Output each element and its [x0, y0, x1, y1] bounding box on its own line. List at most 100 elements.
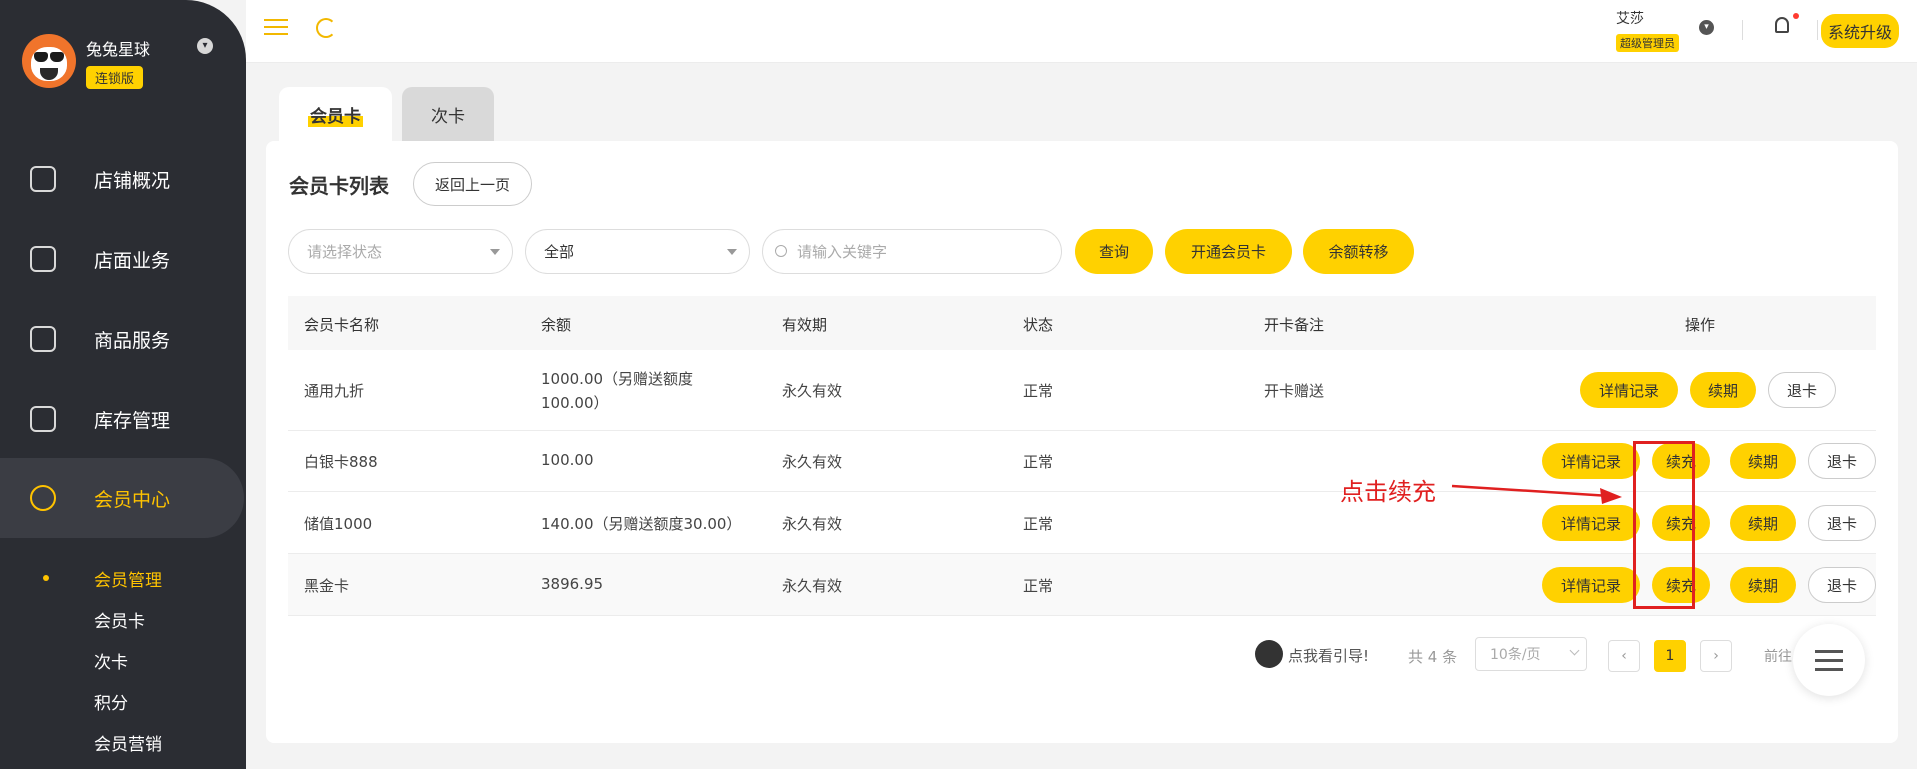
page-title: 会员卡列表 [289, 174, 389, 198]
card-status: 正常 [1023, 515, 1054, 533]
card-name: 黑金卡 [304, 577, 350, 595]
active-dot [43, 575, 49, 581]
prev-page-button[interactable]: ‹ [1608, 640, 1640, 672]
refund-card-button[interactable]: 退卡 [1768, 372, 1836, 408]
detail-record-button[interactable]: 详情记录 [1542, 567, 1640, 603]
brand[interactable]: 兔兔星球 连锁版 ▾ [22, 32, 232, 92]
sub-item-member-manage[interactable]: 会员管理 [94, 566, 162, 591]
tab-times-card[interactable]: 次卡 [402, 87, 494, 141]
renew-button[interactable]: 续期 [1730, 505, 1796, 541]
renew-button[interactable]: 续期 [1730, 443, 1796, 479]
member-icon [30, 485, 56, 511]
nav-item-store-overview[interactable]: 店铺概况 [0, 149, 246, 209]
refund-card-button[interactable]: 退卡 [1808, 567, 1876, 603]
card-note: 开卡赠送 [1264, 382, 1325, 400]
goto-label: 前往 [1764, 649, 1792, 665]
lightbulb-icon[interactable] [1255, 640, 1283, 668]
nav-item-store-business[interactable]: 店面业务 [0, 229, 246, 289]
tab-member-card[interactable]: 会员卡 [279, 87, 392, 141]
type-select-value: 全部 [544, 243, 575, 261]
archive-icon [30, 406, 56, 432]
card-validity: 永久有效 [782, 577, 843, 595]
type-select[interactable]: 全部 [525, 229, 750, 274]
col-balance: 余额 [541, 316, 572, 334]
search-icon [775, 245, 787, 257]
tab-label: 会员卡 [308, 101, 363, 127]
annotation-arrow-icon [1451, 484, 1622, 504]
chevron-down-icon[interactable]: ▾ [1699, 20, 1714, 35]
col-validity: 有效期 [782, 316, 828, 334]
renew-button[interactable]: 续期 [1730, 567, 1796, 603]
chevron-down-icon[interactable]: ▾ [197, 38, 213, 54]
list-menu-icon[interactable] [1793, 624, 1865, 696]
sub-item-points[interactable]: 积分 [94, 689, 128, 714]
caret-down-icon [490, 249, 500, 255]
notification-dot [1793, 13, 1799, 19]
card-status: 正常 [1023, 453, 1054, 471]
annotation-highlight-box [1633, 441, 1695, 609]
card-name: 储值1000 [304, 515, 373, 533]
col-actions: 操作 [1685, 316, 1716, 334]
sub-item-times-card[interactable]: 次卡 [94, 648, 128, 673]
card-validity: 永久有效 [782, 453, 843, 471]
caret-down-icon [727, 249, 737, 255]
detail-record-button[interactable]: 详情记录 [1542, 443, 1640, 479]
page-size-value: 10条/页 [1490, 647, 1541, 663]
card-balance: 100.00 [541, 451, 594, 469]
nav-label: 店铺概况 [94, 169, 171, 192]
card-validity: 永久有效 [782, 382, 843, 400]
nav-label: 库存管理 [94, 409, 171, 432]
page-number[interactable]: 1 [1654, 640, 1686, 672]
sub-item-marketing[interactable]: 会员营销 [94, 730, 162, 755]
next-page-button[interactable]: › [1700, 640, 1732, 672]
guide-link[interactable]: 点我看引导! [1288, 645, 1369, 666]
card-status: 正常 [1023, 577, 1054, 595]
back-button[interactable]: 返回上一页 [413, 162, 532, 206]
search-field[interactable] [762, 229, 1062, 274]
card-validity: 永久有效 [782, 515, 843, 533]
avatar [22, 34, 76, 88]
card-name: 白银卡888 [304, 453, 378, 471]
nav-label: 店面业务 [94, 249, 171, 272]
sidebar: 兔兔星球 连锁版 ▾ 店铺概况 店面业务 商品服务 库存管理 会员中心 会员管理… [0, 0, 246, 769]
refund-card-button[interactable]: 退卡 [1808, 443, 1876, 479]
open-card-button[interactable]: 开通会员卡 [1165, 229, 1292, 274]
card-status: 正常 [1023, 382, 1054, 400]
detail-record-button[interactable]: 详情记录 [1542, 505, 1640, 541]
annotation-text: 点击续充 [1340, 478, 1436, 506]
status-select[interactable]: 请选择状态 [288, 229, 513, 274]
detail-record-button[interactable]: 详情记录 [1580, 372, 1678, 408]
card-name: 通用九折 [304, 382, 365, 400]
nav-item-goods-service[interactable]: 商品服务 [0, 309, 246, 369]
card-balance: 140.00（另赠送额度30.00） [541, 515, 742, 533]
renew-button[interactable]: 续期 [1690, 372, 1756, 408]
home-icon [30, 246, 56, 272]
col-note: 开卡备注 [1264, 316, 1325, 334]
card-balance: 3896.95 [541, 575, 604, 593]
page-size-select[interactable]: 10条/页 [1475, 637, 1587, 671]
query-button[interactable]: 查询 [1075, 229, 1153, 274]
col-card-name: 会员卡名称 [304, 316, 380, 334]
bag-icon [30, 326, 56, 352]
total-count: 共 4 条 [1408, 648, 1458, 666]
brand-badge: 连锁版 [86, 66, 144, 89]
nav-label: 商品服务 [94, 329, 171, 352]
menu-icon[interactable] [264, 19, 288, 37]
balance-transfer-button[interactable]: 余额转移 [1303, 229, 1414, 274]
refund-card-button[interactable]: 退卡 [1808, 505, 1876, 541]
brand-name: 兔兔星球 [86, 40, 151, 59]
search-input[interactable] [797, 242, 1037, 261]
divider [1817, 20, 1818, 40]
upgrade-button[interactable]: 系统升级 [1821, 14, 1900, 48]
monitor-icon [30, 166, 56, 192]
refresh-icon[interactable] [316, 18, 336, 38]
nav-item-member-center[interactable]: 会员中心 [0, 458, 244, 538]
nav-label: 会员中心 [94, 488, 171, 511]
topbar: 艾莎 超级管理员 ▾ 系统升级 [246, 0, 1917, 63]
status-select-placeholder: 请选择状态 [307, 243, 383, 261]
nav-item-inventory[interactable]: 库存管理 [0, 389, 246, 449]
user-role-badge: 超级管理员 [1616, 34, 1679, 52]
chevron-down-icon [1569, 645, 1580, 656]
sub-item-member-card[interactable]: 会员卡 [94, 607, 145, 632]
bell-icon[interactable] [1775, 17, 1789, 33]
